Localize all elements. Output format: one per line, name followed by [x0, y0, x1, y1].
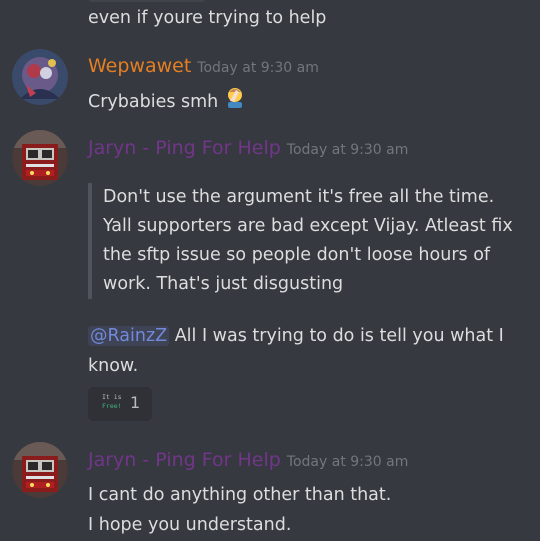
message-text: I cant do anything other than that. [88, 485, 392, 505]
timestamp: Today at 9:30 am [286, 142, 409, 158]
message-text-previous: even if youre trying to help [88, 8, 327, 28]
timestamp: Today at 9:30 am [286, 454, 409, 470]
username[interactable]: Wepwawet [88, 55, 191, 77]
message-text: I hope you understand. [88, 515, 292, 535]
top-input-bar [88, 0, 206, 2]
reply-line: know. [88, 356, 139, 376]
avatar-wepwawet[interactable] [12, 49, 68, 105]
message-header-jaryn: Jaryn - Ping For Help Today at 9:30 am [88, 449, 408, 471]
emoji-text: Free! [102, 402, 122, 410]
username[interactable]: Jaryn - Ping For Help [88, 449, 281, 471]
user-mention[interactable]: @RainzZ [88, 326, 170, 346]
blockquote: Don't use the argument it's free all the… [88, 183, 540, 299]
quote-line: work. That's just disgusting [103, 274, 344, 294]
avatar-jaryn[interactable] [12, 442, 68, 498]
message-header-wepwawet: Wepwawet Today at 9:30 am [88, 55, 319, 77]
avatar-jaryn[interactable] [12, 130, 68, 186]
emoji-text: It is [102, 393, 122, 401]
quote-line: the sftp issue so people don't loose hou… [103, 245, 491, 265]
message-text: Crybabies smh [88, 86, 246, 118]
reply-text: All I was trying to do is tell you what … [169, 326, 504, 346]
username[interactable]: Jaryn - Ping For Help [88, 137, 281, 159]
reaction-count: 1 [130, 393, 141, 412]
quote-line: Yall supporters are bad except Vijay. At… [103, 216, 513, 236]
reaction-button[interactable]: It is Free! 1 [88, 387, 152, 421]
timestamp: Today at 9:30 am [197, 60, 319, 76]
reply-line: @RainzZ All I was trying to do is tell y… [88, 321, 504, 351]
man-facepalming-emoji [224, 86, 246, 118]
its-free-emoji: It is Free! [102, 393, 122, 415]
message-line: Crybabies smh [88, 92, 219, 112]
quote-line: Don't use the argument it's free all the… [103, 187, 495, 207]
message-header-jaryn: Jaryn - Ping For Help Today at 9:30 am [88, 137, 408, 159]
